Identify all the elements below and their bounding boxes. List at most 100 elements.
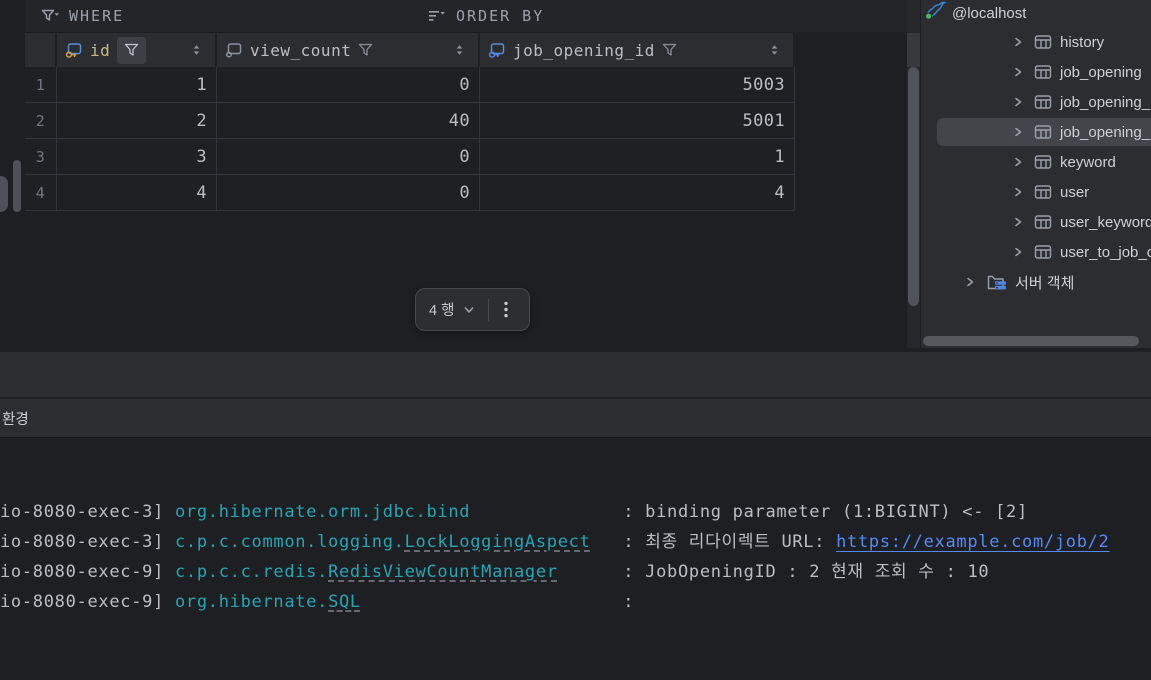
tree-horizontal-scrollbar[interactable] xyxy=(923,336,1139,346)
console-text: : JobOpeningID : 2 현재 조회 수 : 10 xyxy=(557,562,990,582)
tree-item-job-opening-[interactable]: job_opening_ xyxy=(921,117,1151,147)
tree-item-user-keyword[interactable]: user_keyword xyxy=(921,207,1151,237)
console-logger-name: c.p.c.common.logging. xyxy=(174,532,405,552)
chevron-down-icon[interactable] xyxy=(463,304,475,316)
console-url-link[interactable]: https://example.com/job/2 xyxy=(836,532,1109,552)
tree-item-label: user_keyword xyxy=(1060,213,1151,231)
tree-item-user[interactable]: user xyxy=(921,177,1151,207)
kebab-menu-button[interactable] xyxy=(498,299,514,320)
cell-job_opening_id[interactable]: 1 xyxy=(480,139,795,174)
chevron-right-icon[interactable] xyxy=(1012,186,1024,198)
console-text: io-8080-exec-3] xyxy=(0,532,175,552)
scrollbar-thumb[interactable] xyxy=(908,67,919,306)
cell-view_count[interactable]: 0 xyxy=(217,175,480,210)
row-number[interactable]: 3 xyxy=(25,139,57,174)
cell-id[interactable]: 4 xyxy=(57,175,217,210)
column-filter-button[interactable] xyxy=(117,36,147,64)
scrollbar-track-segment xyxy=(907,33,920,67)
chevron-right-icon[interactable] xyxy=(1012,126,1024,138)
connection-label: @localhost xyxy=(952,5,1027,22)
tree-item-server-objects[interactable]: 서버 객체 xyxy=(921,267,1151,297)
console-logger-name: org.hibernate.orm.jdbc.bind xyxy=(174,502,471,522)
cell-view_count[interactable]: 0 xyxy=(217,139,480,174)
column-sort-control[interactable] xyxy=(455,43,470,57)
chevron-right-icon[interactable] xyxy=(1012,246,1024,258)
tree-item-label: job_opening_ xyxy=(1060,123,1151,141)
column-filter-button[interactable] xyxy=(358,43,373,57)
row-number[interactable]: 1 xyxy=(25,67,57,102)
tree-item-keyword[interactable]: keyword xyxy=(921,147,1151,177)
panel-drag-handle[interactable] xyxy=(0,176,8,212)
cell-view_count[interactable]: 40 xyxy=(217,103,480,138)
console-text: : xyxy=(360,592,646,612)
chevron-right-icon[interactable] xyxy=(1012,66,1024,78)
column-header-id[interactable]: id xyxy=(57,33,217,67)
chevron-right-icon[interactable] xyxy=(964,276,976,288)
pager-divider xyxy=(488,298,490,321)
column-type-plain-icon xyxy=(225,42,243,59)
column-name: view_count xyxy=(250,40,352,60)
column-type-primary-key-icon xyxy=(65,42,83,59)
tree-item-job-opening[interactable]: job_opening xyxy=(921,57,1151,87)
chevron-right-icon[interactable] xyxy=(1012,36,1024,48)
where-clause-field[interactable]: WHERE xyxy=(31,0,134,32)
console-log-line: io-8080-exec-3] c.p.c.common.logging.Loc… xyxy=(0,527,1151,557)
result-pager: 4 행 xyxy=(415,288,530,331)
console-class-link[interactable]: SQL xyxy=(328,592,361,612)
table-icon xyxy=(1034,94,1052,110)
row-number[interactable]: 4 xyxy=(25,175,57,210)
console-class-link[interactable]: LockLoggingAspect xyxy=(405,532,591,552)
console-log-line: io-8080-exec-9] org.hibernate.SQL : xyxy=(0,587,1151,617)
tree-row: job_opening_ xyxy=(921,87,1151,117)
grid-vertical-scrollbar[interactable] xyxy=(907,0,920,348)
cell-job_opening_id[interactable]: 5003 xyxy=(480,67,795,102)
table-icon xyxy=(1034,34,1052,50)
left-vertical-scrollbar[interactable] xyxy=(13,160,21,212)
table-row: 4404 xyxy=(25,175,795,211)
data-grid-panel: WHERE ORDER BY id view_count job_opening_i… xyxy=(0,0,921,350)
grid-corner-cell xyxy=(25,33,57,67)
cell-job_opening_id[interactable]: 5001 xyxy=(480,103,795,138)
table-icon xyxy=(1034,154,1052,170)
grid-filter-bar: WHERE ORDER BY xyxy=(25,0,907,32)
table-icon xyxy=(1034,244,1052,260)
run-toolbar-band xyxy=(0,352,1151,397)
table-row: 1 1 0 5003 xyxy=(25,67,795,103)
chevron-right-icon[interactable] xyxy=(1012,96,1024,108)
grid-header-row: id view_count job_opening_id xyxy=(25,33,795,67)
grid-body: 1 1 0 5003 2 2 40 5001 3 3 0 1 4 4 0 4 xyxy=(25,67,795,211)
tree-row: job_opening_ xyxy=(921,117,1151,147)
column-sort-control[interactable] xyxy=(770,43,785,57)
row-number[interactable]: 2 xyxy=(25,103,57,138)
row-count-select[interactable]: 4 행 xyxy=(429,299,454,320)
console-text: : binding parameter (1:BIGINT) <- [2] xyxy=(470,502,1028,522)
column-header-view_count[interactable]: view_count xyxy=(217,33,480,67)
column-name: job_opening_id xyxy=(513,40,655,60)
tree-item-history[interactable]: history xyxy=(921,27,1151,57)
cell-job_opening_id[interactable]: 4 xyxy=(480,175,795,210)
chevron-right-icon[interactable] xyxy=(1012,216,1024,228)
column-sort-control[interactable] xyxy=(192,43,207,57)
tree-item-label: job_opening_ xyxy=(1060,93,1151,111)
column-filter-button[interactable] xyxy=(662,43,677,57)
tree-row: 서버 객체 xyxy=(921,267,1151,297)
column-header-job_opening_id[interactable]: job_opening_id xyxy=(480,33,795,67)
cell-id[interactable]: 2 xyxy=(57,103,217,138)
console-class-link[interactable]: RedisViewCountManager xyxy=(328,562,558,582)
tree-item-job-opening-[interactable]: job_opening_ xyxy=(921,87,1151,117)
tree-item-label: user_to_job_o xyxy=(1060,243,1151,261)
order-by-field[interactable]: ORDER BY xyxy=(418,0,554,32)
cell-id[interactable]: 1 xyxy=(57,67,217,102)
console-text: io-8080-exec-3] xyxy=(0,502,175,522)
tree-item-user-to-job-o[interactable]: user_to_job_o xyxy=(921,237,1151,267)
tree-item-label: keyword xyxy=(1060,153,1116,171)
tree-item-label: 서버 객체 xyxy=(1015,274,1075,292)
tab-environment[interactable]: 환경 xyxy=(2,399,29,437)
console-logger-name: c.p.c.c.redis. xyxy=(174,562,329,582)
chevron-right-icon[interactable] xyxy=(1012,156,1024,168)
tree-row: job_opening xyxy=(921,57,1151,87)
cell-id[interactable]: 3 xyxy=(57,139,217,174)
tree-root-localhost[interactable]: @localhost xyxy=(921,0,1151,27)
cell-view_count[interactable]: 0 xyxy=(217,67,480,102)
column-type-foreign-key-icon xyxy=(488,42,506,59)
